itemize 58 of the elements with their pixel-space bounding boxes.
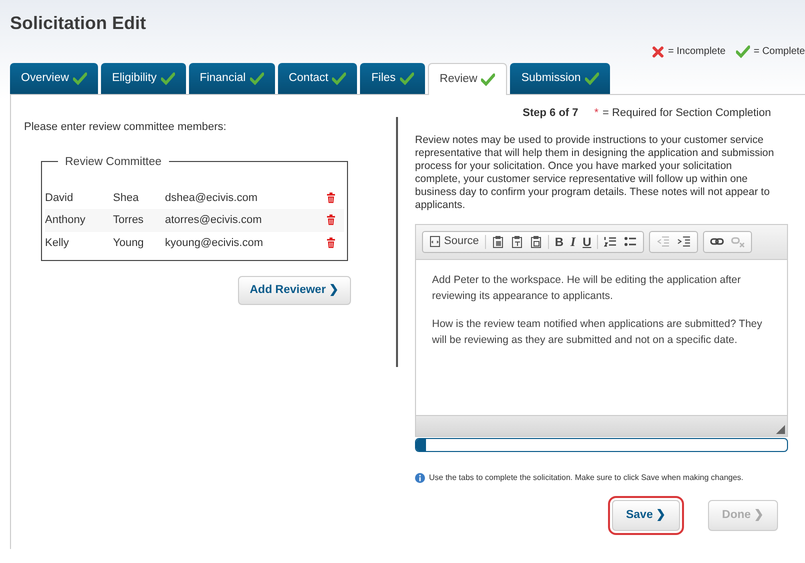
required-note: = Required for Section Completion bbox=[602, 106, 771, 121]
unlink-icon bbox=[731, 235, 746, 248]
check-icon bbox=[736, 45, 750, 58]
link-icon bbox=[710, 235, 724, 248]
outdent-icon bbox=[656, 235, 670, 248]
document-icon bbox=[429, 235, 441, 248]
bold-button[interactable]: B bbox=[552, 234, 567, 250]
last-name: Shea bbox=[113, 190, 140, 206]
clipboard-icon bbox=[530, 234, 542, 248]
tab[interactable]: Overview bbox=[10, 63, 98, 94]
first-name: Anthony bbox=[45, 213, 86, 228]
trash-icon bbox=[326, 214, 336, 226]
delete-button[interactable] bbox=[326, 234, 336, 251]
tab[interactable]: Review bbox=[428, 63, 508, 95]
email-address: kyoung@ecivis.com bbox=[165, 236, 264, 250]
last-name: Torres bbox=[113, 213, 145, 228]
tab[interactable]: Submission bbox=[510, 63, 610, 94]
editor-paragraph: How is the review team notified when applications are submitted? They will be reviewing as they are submitted and not on a specific date. bbox=[432, 316, 764, 348]
check-icon bbox=[72, 72, 87, 85]
hint-text: Use the tabs to complete the solicitation. Make sure to click Save when making changes. bbox=[429, 472, 744, 484]
check-icon bbox=[332, 72, 346, 85]
first-name: David bbox=[45, 190, 74, 206]
delete-button[interactable] bbox=[326, 190, 336, 206]
check-icon bbox=[160, 72, 175, 85]
last-name: Young bbox=[113, 236, 145, 250]
numbered-list-icon bbox=[604, 235, 618, 248]
check-icon bbox=[584, 72, 599, 85]
tab[interactable]: Eligibility bbox=[100, 63, 186, 94]
underline-button[interactable]: U bbox=[580, 234, 594, 250]
legend-label: = Incomplete bbox=[668, 45, 726, 59]
bulleted-list-icon bbox=[624, 235, 638, 248]
check-icon bbox=[400, 72, 414, 85]
info-icon bbox=[415, 472, 425, 482]
tab[interactable]: Files bbox=[360, 63, 425, 94]
x-icon bbox=[652, 46, 664, 58]
clipboard-icon bbox=[510, 234, 523, 248]
tab[interactable]: Financial bbox=[188, 63, 275, 94]
indent-icon bbox=[677, 235, 692, 248]
check-icon bbox=[250, 72, 264, 85]
email-address: atorres@ecivis.com bbox=[165, 213, 263, 228]
trash-icon bbox=[326, 236, 336, 249]
instruction-text: Please enter review committee members: bbox=[24, 120, 228, 135]
resize-handle-icon bbox=[776, 424, 785, 434]
add-reviewer-button[interactable]: Add Reviewer ❯ bbox=[238, 276, 351, 306]
first-name: Kelly bbox=[45, 236, 70, 250]
notes-description: Review notes may be used to provide instructions to your customer service representative that will help them in designing the application and submission process for your solicitation. Once you have marked your solicitation complete, your customer service representative will follow up within one business day to confirm your program details. These notes will not appear to applicants. bbox=[415, 134, 775, 212]
trash-icon bbox=[326, 192, 336, 204]
source-button[interactable]: Source bbox=[426, 234, 482, 250]
clipboard-icon bbox=[492, 234, 504, 248]
tab[interactable]: Contact bbox=[278, 63, 358, 94]
legend-label: = Complete bbox=[754, 45, 805, 59]
required-mark: * bbox=[594, 106, 599, 121]
italic-button[interactable]: I bbox=[568, 234, 579, 250]
email-address: dshea@ecivis.com bbox=[165, 190, 258, 206]
check-icon bbox=[481, 73, 496, 86]
step-indicator: Step 6 of 7 bbox=[522, 106, 578, 121]
page-title: Solicitation Edit bbox=[9, 12, 148, 35]
editor-paragraph: Add Peter to the workspace. He will be editing the application after reviewing its appearance to applicants. bbox=[432, 272, 742, 304]
